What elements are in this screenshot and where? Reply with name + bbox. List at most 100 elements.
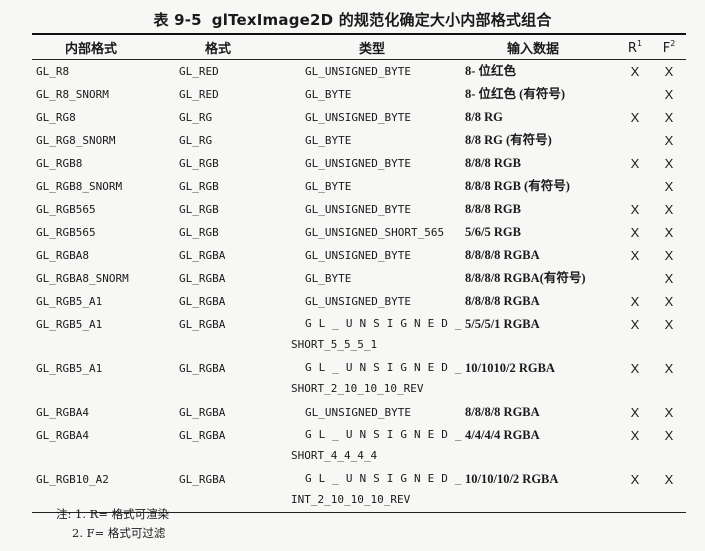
table-title: glTexImage2D 的规范化确定大小内部格式组合: [211, 11, 552, 29]
cell-type: GL_UNSIGNED_BYTE: [305, 406, 411, 419]
table-row: GL_RGB8_SNORM GL_RGB GL_BYTE 8/8/8 RGB (有符号…: [32, 175, 686, 198]
cell-format: GL_RGBA: [179, 249, 226, 262]
cell-renderable: X: [630, 317, 640, 332]
cell-format: GL_RGBA: [179, 362, 226, 375]
cell-input-data: 10/10/10/2 RGBA: [463, 468, 618, 513]
cell-filterable: X: [664, 271, 674, 286]
cell-format: GL_RGBA: [179, 406, 226, 419]
cell-type: GL_UNSIGNED_SHORT_565: [305, 226, 445, 239]
cell-type: GL_UNSIGNED_ SHORT_2_10_10_10_REV: [291, 361, 469, 395]
note-filterable: 2. F= 格式可过滤: [72, 526, 166, 540]
table-row: GL_R8 GL_RED GL_UNSIGNED_BYTE 8- 位红色 X X: [32, 60, 686, 84]
cell-type: GL_BYTE: [305, 272, 352, 285]
cell-renderable: [618, 267, 652, 290]
cell-format: GL_RED: [179, 88, 219, 101]
cell-format: GL_RGBA: [179, 318, 226, 331]
cell-type: GL_UNSIGNED_BYTE: [305, 157, 411, 170]
cell-internal-format: GL_RGB5_A1: [36, 318, 103, 331]
cell-input-data: 8/8/8 RGB (有符号): [465, 179, 570, 193]
cell-format: GL_RGB: [179, 226, 219, 239]
cell-filterable: X: [664, 64, 674, 79]
cell-input-data: 4/4/4/4 RGBA: [465, 428, 540, 442]
table-row: GL_RGB8 GL_RGB GL_UNSIGNED_BYTE 8/8/8 RGB X X: [32, 152, 686, 175]
table-body: GL_R8 GL_RED GL_UNSIGNED_BYTE 8- 位红色 X X GL_R8…: [32, 60, 686, 513]
cell-format: GL_RGBA: [179, 295, 226, 308]
table-row: GL_RGB5_A1 GL_RGBA GL_UNSIGNED_BYTE 8/8/8/8…: [32, 290, 686, 313]
cell-input-data: 5/6/5 RGB: [465, 225, 521, 239]
note-renderable: 1. R= 格式可渲染: [75, 507, 170, 521]
cell-filterable: X: [664, 133, 674, 148]
cell-filterable: X: [664, 428, 674, 443]
cell-internal-format: GL_RGBA8_SNORM: [36, 272, 129, 285]
cell-format: GL_RGBA: [179, 272, 226, 285]
cell-internal-format: GL_RGB8_SNORM: [36, 180, 123, 193]
cell-filterable: X: [664, 405, 674, 420]
cell-filterable: X: [664, 225, 674, 240]
notes-label: 注:: [56, 507, 72, 521]
cell-internal-format: GL_R8: [36, 65, 70, 78]
cell-internal-format: GL_RG8_SNORM: [36, 134, 116, 147]
table-row: GL_RGB5_A1 GL_RGBA GL_UNSIGNED_ SHORT_5_5_5…: [32, 313, 686, 357]
cell-input-data: 5/5/5/1 RGBA: [465, 317, 540, 331]
cell-filterable: X: [652, 468, 686, 513]
table-row: GL_RGBA8_SNORM GL_RGBA GL_BYTE 8/8/8/8 RGBA…: [32, 267, 686, 290]
cell-type: GL_BYTE: [305, 88, 352, 101]
cell-filterable: X: [664, 87, 674, 102]
cell-renderable: X: [630, 64, 640, 79]
table-row: GL_RGBA4 GL_RGBA GL_UNSIGNED_ SHORT_4_4_4_4…: [32, 424, 686, 468]
cell-format: GL_RGBA: [169, 468, 267, 513]
table-row: GL_RGBA8 GL_RGBA GL_UNSIGNED_BYTE 8/8/8/8 R…: [32, 244, 686, 267]
cell-input-data: 8/8/8/8 RGBA: [465, 405, 540, 419]
cell-filterable: X: [664, 202, 674, 217]
table-row: GL_RGB5_A1 GL_RGBA GL_UNSIGNED_ SHORT_2_10_…: [32, 357, 686, 401]
cell-input-data: 10/1010/2 RGBA: [465, 361, 555, 375]
cell-format: GL_RGB: [179, 203, 219, 216]
cell-renderable: X: [630, 361, 640, 376]
cell-renderable: X: [630, 202, 640, 217]
col-format: 格式: [169, 33, 267, 60]
cell-input-data: 8/8 RG (有符号): [465, 133, 552, 147]
cell-renderable: X: [630, 428, 640, 443]
cell-input-data: 8- 位红色 (有符号): [465, 87, 565, 101]
cell-filterable: X: [664, 317, 674, 332]
cell-internal-format: GL_RGB565: [36, 226, 96, 239]
col-filterable: F2: [652, 33, 686, 60]
table-caption: 表 9-5 glTexImage2D 的规范化确定大小内部格式组合: [0, 9, 705, 30]
col-type: 类型: [267, 33, 463, 60]
cell-type: GL_UNSIGNED_ SHORT_4_4_4_4: [291, 428, 469, 462]
cell-internal-format: GL_RG8: [36, 111, 76, 124]
col-renderable: R1: [618, 33, 652, 60]
col-internal-format: 内部格式: [32, 33, 169, 60]
cell-filterable: X: [664, 361, 674, 376]
cell-type: GL_UNSIGNED_ SHORT_5_5_5_1: [291, 317, 469, 351]
cell-filterable: X: [664, 179, 674, 194]
cell-internal-format: GL_RGB5_A1: [36, 362, 103, 375]
cell-format: GL_RGB: [179, 180, 219, 193]
cell-internal-format: GL_RGBA4: [36, 429, 89, 442]
cell-renderable: X: [630, 294, 640, 309]
table-row: GL_R8_SNORM GL_RED GL_BYTE 8- 位红色 (有符号) X: [32, 83, 686, 106]
cell-internal-format: GL_RGBA8: [36, 249, 89, 262]
cell-renderable: [618, 83, 652, 106]
book-page: 表 9-5 glTexImage2D 的规范化确定大小内部格式组合 内部格式 格式…: [0, 0, 705, 551]
table-row: GL_RGBA4 GL_RGBA GL_UNSIGNED_BYTE 8/8/8/8 R…: [32, 401, 686, 424]
cell-type: GL_UNSIGNED_BYTE: [305, 295, 411, 308]
cell-format: GL_RED: [179, 65, 219, 78]
cell-internal-format: GL_RGB5_A1: [36, 295, 103, 308]
cell-filterable: X: [664, 294, 674, 309]
cell-format: GL_RG: [179, 134, 213, 147]
cell-renderable: X: [618, 468, 652, 513]
cell-type: GL_BYTE: [305, 180, 352, 193]
cell-input-data: 8/8/8/8 RGBA: [465, 248, 540, 262]
cell-format: GL_RGBA: [179, 429, 226, 442]
cell-renderable: X: [630, 248, 640, 263]
cell-type: GL_UNSIGNED_BYTE: [305, 111, 411, 124]
cell-internal-format: GL_RGB565: [36, 203, 96, 216]
cell-renderable: X: [630, 156, 640, 171]
cell-format: GL_RG: [179, 111, 213, 124]
format-table: 内部格式 格式 类型 输入数据 R1 F2 GL_R8 GL_RED GL_UNSI…: [32, 33, 686, 513]
cell-internal-format: GL_RGBA4: [36, 406, 89, 419]
cell-input-data: 8/8/8 RGB: [465, 202, 521, 216]
cell-renderable: [618, 129, 652, 152]
table-notes: 注: 1. R= 格式可渲染 2. F= 格式可过滤: [56, 505, 169, 543]
